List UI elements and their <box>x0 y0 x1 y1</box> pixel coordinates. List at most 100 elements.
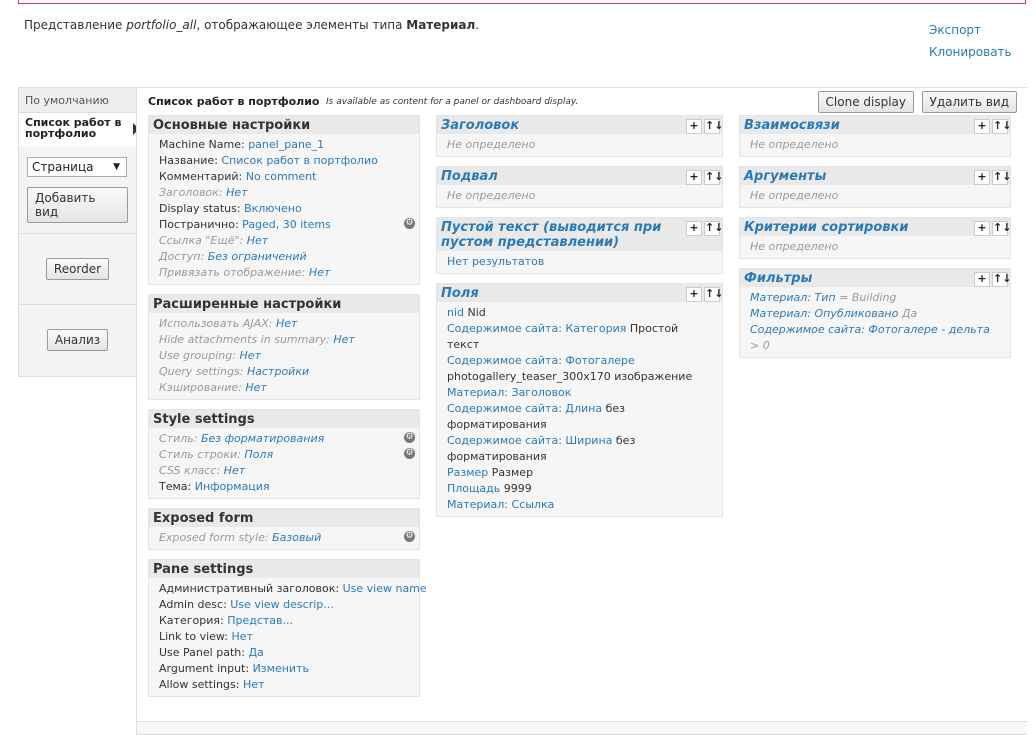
setting-value-link[interactable]: Без ограничений <box>208 250 307 263</box>
fields-title[interactable]: Поля <box>441 286 479 301</box>
rearrange-icon[interactable]: ↑↓ <box>704 170 723 185</box>
setting-label: Доступ: <box>159 250 205 263</box>
sorts-section: Критерии сортировки + ↑↓ <box>740 218 1011 236</box>
tab-current-label: Список работ в портфолио <box>25 116 122 140</box>
setting-value-link[interactable]: Нет <box>239 349 260 362</box>
filter-link[interactable]: Содержимое сайта: Фотогалере - дельта <box>750 323 990 336</box>
setting-value-link[interactable]: Нет <box>276 317 297 330</box>
field-link[interactable]: Содержимое сайта: Ширина <box>447 434 612 447</box>
setting-value-link[interactable]: Нет <box>224 464 245 477</box>
empty-text-value[interactable]: Нет результатов <box>447 255 544 268</box>
field-link[interactable]: nid <box>447 306 464 319</box>
setting-value-link[interactable]: Да <box>248 646 263 659</box>
setting-value-link[interactable]: panel_pane_1 <box>248 138 324 151</box>
add-icon[interactable]: + <box>686 221 702 236</box>
field-link[interactable]: Материал: Заголовок <box>447 386 571 399</box>
setting-row: Административный заголовок: Use view nam… <box>159 581 427 597</box>
setting-label: Argument input: <box>159 662 250 675</box>
setting-value-link[interactable]: Нет <box>243 678 264 691</box>
clone-display-button[interactable]: Clone display <box>817 91 915 113</box>
add-icon[interactable]: + <box>686 170 702 185</box>
setting-value-link[interactable]: Нет <box>333 333 354 346</box>
add-icon[interactable]: + <box>974 221 990 236</box>
clone-link[interactable]: Клонировать <box>929 45 1012 59</box>
empty-text-title[interactable]: Пустой текст (выводится при пустом предс… <box>441 220 661 250</box>
basic-settings-box: Основные настройки Machine Name: panel_p… <box>148 115 420 285</box>
filter-link[interactable]: Материал: Тип <box>750 291 836 304</box>
filters-title[interactable]: Фильтры <box>744 271 812 286</box>
relations-section: Взаимосвязи + ↑↓ <box>740 116 1011 134</box>
setting-value-link[interactable]: Поля <box>244 448 273 461</box>
setting-value-link[interactable]: Без форматирования <box>201 432 324 445</box>
rearrange-icon[interactable]: ↑↓ <box>704 221 723 236</box>
setting-label: Use Panel path: <box>159 646 245 659</box>
setting-value-link[interactable]: Use view descrip... <box>230 598 333 611</box>
gear-icon[interactable]: ⚙ <box>404 448 415 459</box>
footer-title[interactable]: Подвал <box>441 169 498 184</box>
setting-value-link[interactable]: Нет <box>226 186 247 199</box>
setting-value-link[interactable]: Нет <box>232 630 253 643</box>
add-icon[interactable]: + <box>686 119 702 134</box>
setting-value-link[interactable]: Нет <box>247 234 268 247</box>
delete-display-button[interactable]: Удалить вид <box>921 91 1017 113</box>
field-link[interactable]: Содержимое сайта: Длина <box>447 402 602 415</box>
fields-box: Поля + ↑↓ nid Nid Содержимое сайта: Катего… <box>436 283 723 517</box>
add-icon[interactable]: + <box>974 272 990 287</box>
sorts-title[interactable]: Критерии сортировки <box>744 220 908 235</box>
display-type-select[interactable]: Страница ▼ <box>27 157 127 177</box>
rearrange-icon[interactable]: ↑↓ <box>992 272 1011 287</box>
tab-default[interactable]: По умолчанию <box>19 88 136 113</box>
arguments-title[interactable]: Аргументы <box>744 169 826 184</box>
style-settings-box: Style settings Стиль: Без форматирования… <box>148 409 420 499</box>
analyze-button[interactable]: Анализ <box>46 329 109 351</box>
view-actions: Экспорт Клонировать <box>929 23 1012 67</box>
footer-bar <box>137 721 1027 734</box>
field-link[interactable]: Содержимое сайта: Фотогалере <box>447 354 635 367</box>
add-icon[interactable]: + <box>974 170 990 185</box>
setting-value-link[interactable]: Настройки <box>247 365 309 378</box>
field-format: 9999 <box>500 482 532 495</box>
setting-label: Тема: <box>159 480 192 493</box>
filter-link[interactable]: Материал: Опубликовано <box>750 307 898 320</box>
setting-value-link[interactable]: Paged, 30 items <box>242 218 331 231</box>
gear-icon[interactable]: ⚙ <box>404 432 415 443</box>
field-link[interactable]: Материал: Ссылка <box>447 498 554 511</box>
filter-row: Материал: Тип = Building <box>750 290 1000 306</box>
tab-current-display[interactable]: Список работ в портфолио <box>19 113 139 147</box>
field-link[interactable]: Площадь <box>447 482 500 495</box>
reorder-button[interactable]: Reorder <box>45 258 110 280</box>
add-icon[interactable]: + <box>686 287 702 302</box>
rearrange-icon[interactable]: ↑↓ <box>992 119 1011 134</box>
rearrange-icon[interactable]: ↑↓ <box>704 119 723 134</box>
footer-section: Подвал + ↑↓ <box>437 167 723 185</box>
setting-value-link[interactable]: Включено <box>244 202 302 215</box>
gear-icon[interactable]: ⚙ <box>404 531 415 542</box>
header-title[interactable]: Заголовок <box>441 118 519 133</box>
rearrange-icon[interactable]: ↑↓ <box>704 287 723 302</box>
pane-settings-title: Pane settings <box>149 560 419 578</box>
field-link[interactable]: Размер <box>447 466 488 479</box>
rearrange-icon[interactable]: ↑↓ <box>992 221 1011 236</box>
setting-value-link[interactable]: Use view name <box>343 582 427 595</box>
export-link[interactable]: Экспорт <box>929 23 1012 37</box>
setting-row: Exposed form style: Базовый ⚙ <box>159 530 415 546</box>
rearrange-icon[interactable]: ↑↓ <box>992 170 1011 185</box>
gear-icon[interactable]: ⚙ <box>404 218 415 229</box>
add-icon[interactable]: + <box>974 119 990 134</box>
field-link[interactable]: Содержимое сайта: Категория <box>447 322 626 335</box>
setting-value-link[interactable]: Список работ в портфолио <box>221 154 377 167</box>
setting-value-link[interactable]: Базовый <box>272 531 321 544</box>
desc-view-name: portfolio_all <box>126 18 197 32</box>
setting-value-link[interactable]: Нет <box>309 266 330 279</box>
setting-value-link[interactable]: Информация <box>195 480 270 493</box>
setting-value-link[interactable]: Изменить <box>253 662 309 675</box>
add-display-button[interactable]: Добавить вид <box>27 187 128 223</box>
setting-label: Кэширование: <box>159 381 242 394</box>
relations-title[interactable]: Взаимосвязи <box>744 118 840 133</box>
setting-value-link[interactable]: Представ... <box>227 614 293 627</box>
dropdown-arrow-icon: ▼ <box>113 162 120 172</box>
field-row: Материал: Заголовок <box>447 385 712 401</box>
setting-value-link[interactable]: Нет <box>245 381 266 394</box>
setting-value-link[interactable]: No comment <box>246 170 317 183</box>
setting-row: Кэширование: Нет <box>159 380 409 396</box>
